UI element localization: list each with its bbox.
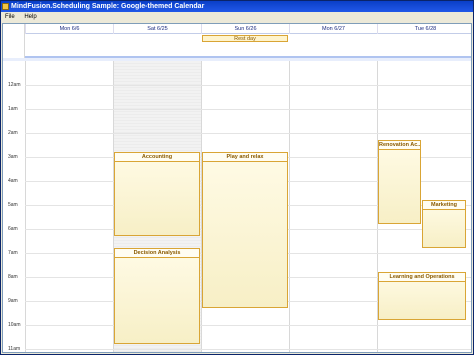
- time-grid[interactable]: 12am 1am 2am 3am 4am 5am 6am 7am 8am 9am…: [3, 61, 471, 352]
- hour-line: [25, 85, 471, 86]
- appointment[interactable]: Renovation Ac...: [378, 140, 421, 224]
- menu-bar: File Help: [1, 12, 473, 22]
- hour-line: [25, 109, 471, 110]
- hour-line: [25, 349, 471, 350]
- day-header-row: Mon 6/6 Sat 6/25 Sun 6/26 Mon 6/27 Tue 6…: [25, 24, 471, 34]
- appointment-title: Renovation Ac...: [379, 141, 420, 150]
- calendar-view[interactable]: Mon 6/6 Sat 6/25 Sun 6/26 Mon 6/27 Tue 6…: [2, 23, 472, 353]
- time-label: 7am: [8, 250, 18, 256]
- all-day-row[interactable]: Rest day: [25, 34, 471, 58]
- appointment-title: Decision Analysis: [115, 249, 199, 258]
- hour-line: [25, 325, 471, 326]
- appointment[interactable]: Play and relax: [202, 152, 288, 308]
- window-title: MindFusion.Scheduling Sample: Google-the…: [11, 3, 205, 10]
- day-column[interactable]: [25, 61, 113, 352]
- time-label: 12am: [8, 82, 21, 88]
- hour-line: [25, 133, 471, 134]
- time-label: 4am: [8, 178, 18, 184]
- time-label: 11am: [8, 346, 21, 352]
- calendar-corner: [3, 24, 25, 61]
- time-label: 5am: [8, 202, 18, 208]
- time-label: 3am: [8, 154, 18, 160]
- day-header[interactable]: Mon 6/6: [25, 24, 113, 34]
- day-header[interactable]: Sun 6/26: [201, 24, 289, 34]
- appointment-title: Learning and Operations: [379, 273, 465, 282]
- appointment[interactable]: Accounting: [114, 152, 200, 236]
- appointment-title: Play and relax: [203, 153, 287, 162]
- appointment[interactable]: Learning and Operations: [378, 272, 466, 320]
- time-label: 9am: [8, 298, 18, 304]
- day-header[interactable]: Tue 6/28: [377, 24, 471, 34]
- time-label: 2am: [8, 130, 18, 136]
- time-label: 8am: [8, 274, 18, 280]
- appointment-title: Marketing: [423, 201, 465, 210]
- menu-help[interactable]: Help: [20, 12, 40, 22]
- appointment[interactable]: Decision Analysis: [114, 248, 200, 344]
- app-window: MindFusion.Scheduling Sample: Google-the…: [0, 0, 474, 355]
- appointment-title: Accounting: [115, 153, 199, 162]
- appointment[interactable]: Marketing: [422, 200, 466, 248]
- day-header[interactable]: Sat 6/25: [113, 24, 201, 34]
- day-column[interactable]: [289, 61, 377, 352]
- time-label: 1am: [8, 106, 18, 112]
- menu-file[interactable]: File: [1, 12, 19, 22]
- title-bar: MindFusion.Scheduling Sample: Google-the…: [1, 1, 473, 12]
- time-label: 6am: [8, 226, 18, 232]
- app-icon: [2, 3, 9, 10]
- all-day-event[interactable]: Rest day: [202, 35, 288, 42]
- time-label: 10am: [8, 322, 21, 328]
- day-header[interactable]: Mon 6/27: [289, 24, 377, 34]
